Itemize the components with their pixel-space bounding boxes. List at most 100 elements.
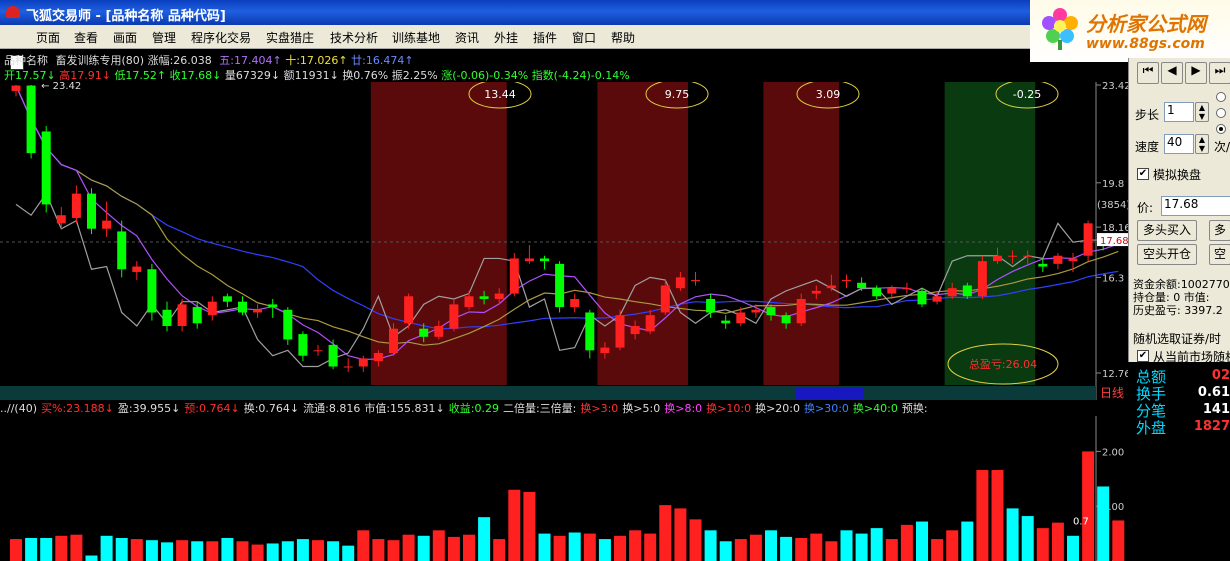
price-chart[interactable]: 13.44 9.75 3.09 -0.25 总盈亏:26.04 ← 23.42 23.42 1… [0, 82, 1128, 400]
candle-body [479, 296, 489, 299]
menu-tech-analysis[interactable]: 技术分析 [330, 29, 378, 46]
candle-body [283, 309, 293, 340]
volume-bar [1051, 522, 1064, 561]
candle-body [842, 280, 851, 282]
security-name: 品种名称 [4, 54, 48, 67]
candle-body [509, 258, 519, 294]
candle-body [238, 301, 247, 313]
candle-body [917, 290, 927, 305]
ma10-value: 十:17.026↑ [285, 54, 348, 67]
volume-bar [115, 537, 128, 561]
candle-body [404, 296, 414, 324]
account-info: 资金余额:1002770 持仓量: 0 市值: 历史盈亏: 3397.2 [1133, 276, 1230, 316]
indicator-item: 盈:39.955↓ [117, 402, 181, 415]
step-input[interactable]: 1 [1164, 102, 1194, 122]
radio-option-2[interactable] [1216, 108, 1226, 118]
menu-manage[interactable]: 管理 [152, 29, 176, 46]
quote-value: 0.61 [1197, 385, 1230, 400]
candle-body [872, 288, 882, 297]
candle-body [87, 193, 96, 229]
menu-plugins[interactable]: 插件 [533, 29, 557, 46]
menu-window[interactable]: 窗口 [572, 29, 596, 46]
menu-news[interactable]: 资讯 [455, 29, 479, 46]
candle-body [358, 358, 368, 367]
fox-icon [6, 6, 20, 18]
volume-bar [734, 539, 747, 561]
menu-training[interactable]: 训练基地 [392, 29, 440, 46]
candle-body [117, 231, 127, 270]
volume-bar [85, 555, 98, 561]
candle-body [268, 304, 278, 308]
menu-screen[interactable]: 画面 [113, 29, 137, 46]
next-button[interactable]: ▶ [1185, 62, 1207, 84]
volume-chart[interactable]: 2.001.000.000.7 [0, 416, 1128, 561]
candle-body [615, 315, 625, 348]
volume-bar [221, 537, 234, 561]
volume-bar [402, 534, 415, 561]
volume-bar [916, 521, 928, 561]
indicator-item: 预换: [901, 402, 928, 415]
candle-body [977, 261, 987, 297]
price-axis-label: 19.8 [1102, 179, 1124, 190]
volume-bar [100, 535, 113, 561]
menu-view[interactable]: 查看 [74, 29, 98, 46]
random-pick-label: 随机选取证券/时 [1133, 332, 1222, 346]
menu-hunt[interactable]: 实盘猎庄 [266, 29, 314, 46]
candle-body [1008, 255, 1018, 257]
radio-option-1[interactable] [1216, 92, 1226, 102]
change-value: 涨(-0.06)-0.34% [441, 69, 529, 82]
volume-bar [900, 524, 913, 561]
candle-body [56, 215, 66, 224]
price-input[interactable]: 17.68 [1161, 196, 1230, 216]
long-buy-button[interactable]: 多头买入 [1137, 220, 1197, 241]
candle-body [721, 320, 731, 324]
history-pnl: 历史盈亏: 3397.2 [1133, 304, 1223, 316]
candle-body [449, 304, 459, 329]
volume-bar [704, 530, 717, 561]
radio-option-3[interactable] [1216, 124, 1226, 134]
market-random-checkbox[interactable]: ✔ [1137, 350, 1149, 362]
short-more-button[interactable]: 空 [1209, 244, 1230, 265]
long-more-button[interactable]: 多 [1209, 220, 1230, 241]
candle-body [102, 220, 112, 229]
last-button[interactable]: ⏭ [1209, 62, 1230, 84]
first-icon: ⏮ [1142, 63, 1154, 77]
volume-bar [719, 541, 732, 561]
candle-body [328, 344, 338, 367]
site-logo: 分析家公式网 www.88gs.com [1030, 0, 1230, 62]
high-marker-label: ← 23.42 [41, 82, 81, 92]
spin-up-icon: ▲ [1198, 135, 1206, 144]
scroll-thumb [796, 387, 864, 399]
step-spinner[interactable]: ▲ ▼ [1195, 102, 1209, 122]
low-value: 低17.52↑ [114, 69, 167, 82]
profit-ellipse-label: 13.44 [484, 88, 516, 101]
indicator-item: 换>30:0 [804, 402, 849, 415]
indicator-item: 换:0.764↓ [243, 402, 300, 415]
menu-bar: 页面 查看 画面 管理 程序化交易 实盘猎庄 技术分析 训练基地 资讯 外挂 插… [0, 25, 1030, 70]
first-button[interactable]: ⏮ [1137, 62, 1159, 84]
speed-input[interactable]: 40 [1164, 134, 1194, 154]
prev-button[interactable]: ◀ [1161, 62, 1183, 84]
candle-body [796, 298, 806, 324]
candle-body [660, 285, 670, 313]
volume-bar [583, 533, 596, 561]
candle-body [11, 85, 21, 91]
sim-checkbox[interactable]: ✔ [1137, 168, 1149, 180]
volume-bar [447, 536, 460, 561]
speed-spinner[interactable]: ▲ ▼ [1195, 134, 1209, 154]
volume-bar [1021, 516, 1034, 561]
scroll-track [0, 386, 1096, 400]
menu-plugins-ext[interactable]: 外挂 [494, 29, 518, 46]
logo-url: www.88gs.com [1086, 36, 1205, 52]
volume-axis-label: 2.00 [1102, 447, 1124, 458]
short-open-button[interactable]: 空头开仓 [1137, 244, 1197, 265]
menu-help[interactable]: 帮助 [611, 29, 635, 46]
candle-body [993, 255, 1002, 262]
menu-page[interactable]: 页面 [36, 29, 60, 46]
candle-body [691, 280, 700, 282]
candle-body [962, 285, 972, 297]
volume-bar [538, 533, 551, 561]
candle-body [71, 193, 81, 218]
random-pick-row: 随机选取证券/时 [1133, 330, 1230, 346]
menu-program-trading[interactable]: 程序化交易 [191, 29, 251, 46]
